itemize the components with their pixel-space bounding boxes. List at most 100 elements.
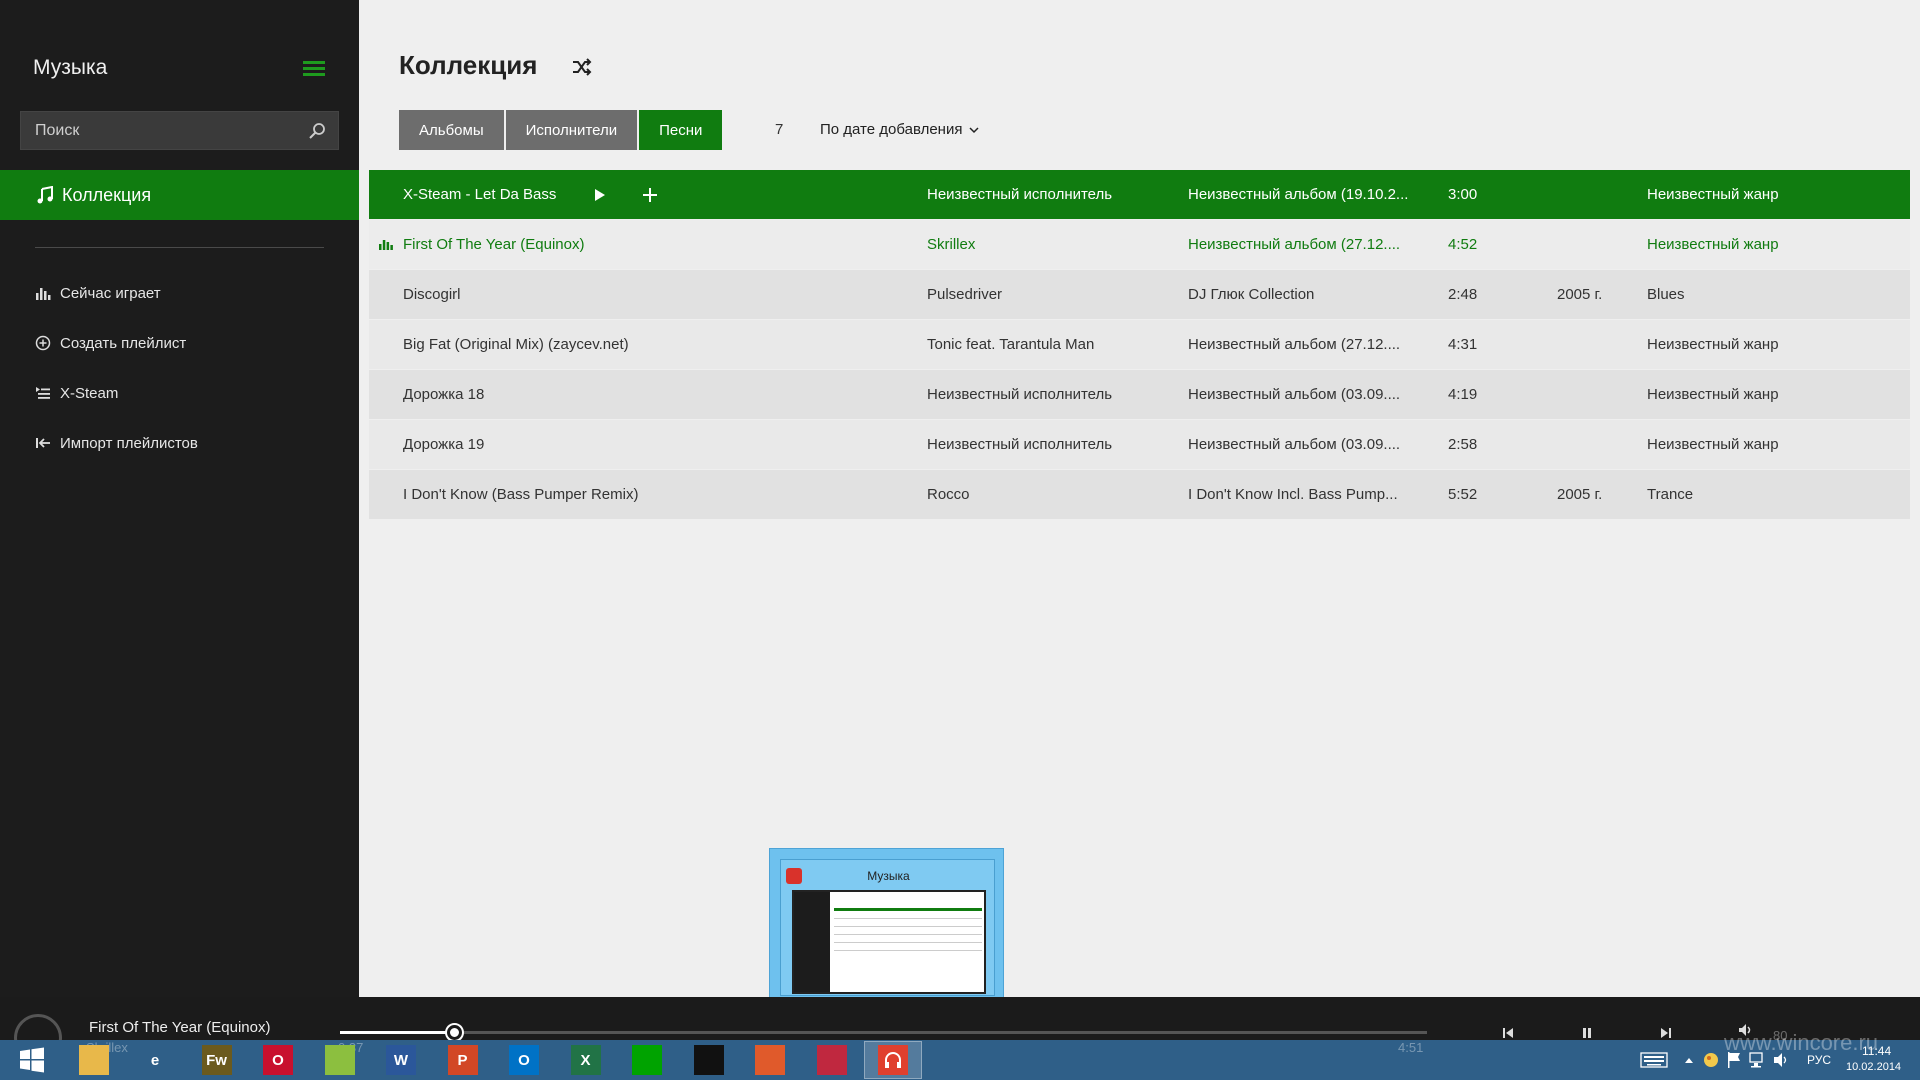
chevron-down-icon: [969, 126, 979, 133]
thumbnail-row: [834, 934, 982, 935]
progress-fill: [340, 1031, 455, 1034]
start-button[interactable]: [3, 1041, 61, 1079]
song-artist: Неизвестный исполнитель: [927, 436, 1113, 453]
song-row[interactable]: Big Fat (Original Mix) (zaycev.net) Tonic…: [369, 320, 1910, 370]
song-album: Неизвестный альбом (27.12....: [1188, 236, 1401, 253]
music-note-icon: [37, 186, 53, 204]
add-icon[interactable]: [641, 186, 659, 204]
song-year: [1557, 370, 1637, 420]
taskbar-app[interactable]: O: [249, 1041, 307, 1079]
song-genre: Неизвестный жанр: [1647, 386, 1779, 403]
foxit-icon: [755, 1045, 785, 1075]
clock-time[interactable]: 11:44: [1862, 1044, 1891, 1058]
song-year: [1557, 420, 1637, 470]
sidebar-item-label: Коллекция: [62, 184, 152, 205]
equalizer-icon: [36, 288, 51, 300]
taskbar-app[interactable]: e: [126, 1041, 184, 1079]
speaker-icon[interactable]: [1772, 1051, 1790, 1069]
pause-icon[interactable]: [1578, 1025, 1596, 1041]
taskbar-app[interactable]: Fw: [188, 1041, 246, 1079]
taskbar-app[interactable]: W: [372, 1041, 430, 1079]
song-artist: Tonic feat. Tarantula Man: [927, 336, 1095, 353]
flag-icon[interactable]: [1726, 1051, 1742, 1069]
language-indicator[interactable]: РУС: [1807, 1053, 1831, 1067]
song-year: [1557, 320, 1637, 370]
store-icon: [632, 1045, 662, 1075]
player-bar: First Of The Year (Equinox): [0, 997, 1920, 1062]
sidebar-item-now-playing[interactable]: Сейчас играет: [35, 278, 161, 308]
network-icon[interactable]: [1748, 1051, 1766, 1069]
search-icon[interactable]: [308, 122, 326, 140]
sidebar-item-x-steam[interactable]: X-Steam: [35, 378, 118, 408]
playlist-icon: [36, 387, 50, 399]
outlook-icon: O: [509, 1045, 539, 1075]
clock-date[interactable]: 10.02.2014: [1846, 1061, 1901, 1073]
taskbar-app[interactable]: [65, 1041, 123, 1079]
sidebar-item-collection[interactable]: Коллекция: [0, 170, 359, 220]
next-track-icon[interactable]: [1657, 1025, 1675, 1041]
app-title: Музыка: [33, 56, 108, 79]
taskbar: Skrillex 0:37 4:51 80 www.wincore.ru РУС…: [0, 1028, 1920, 1080]
song-genre: Неизвестный жанр: [1647, 436, 1779, 453]
song-duration: 2:48: [1448, 286, 1478, 303]
tray-app-icon[interactable]: [1702, 1051, 1720, 1069]
screenshot-app-icon: [816, 1045, 847, 1075]
sidebar-item-import-playlists[interactable]: Импорт плейлистов: [35, 428, 198, 458]
song-row[interactable]: Discogirl Pulsedriver DJ Глюк Collection 2:…: [369, 270, 1910, 320]
song-year: [1557, 220, 1637, 270]
song-duration: 4:52: [1448, 236, 1478, 253]
taskbar-app[interactable]: [311, 1041, 369, 1079]
song-album: Неизвестный альбом (27.12....: [1188, 336, 1401, 353]
tab-artists[interactable]: Исполнители: [505, 110, 638, 150]
song-duration: 4:19: [1448, 386, 1478, 403]
song-album: I Don't Know Incl. Bass Pump...: [1188, 486, 1398, 503]
tray-expand-icon[interactable]: [1684, 1056, 1694, 1064]
thumbnail-sidebar: [794, 892, 830, 992]
tab-songs[interactable]: Песни: [639, 110, 723, 150]
taskbar-app[interactable]: [741, 1041, 799, 1079]
tab-albums[interactable]: Альбомы: [399, 110, 504, 150]
song-row[interactable]: I Don't Know (Bass Pumper Remix) Rocco I D…: [369, 470, 1910, 520]
winamp-icon: [693, 1045, 724, 1075]
ie-icon: e: [150, 1051, 160, 1069]
song-genre: Blues: [1647, 286, 1685, 303]
taskbar-app[interactable]: [618, 1041, 676, 1079]
taskbar-app[interactable]: O: [495, 1041, 553, 1079]
song-year: 2005 г.: [1557, 286, 1603, 303]
previous-track-icon[interactable]: [1499, 1025, 1517, 1041]
main-content: Коллекция Альбомы Исполнители Песни 7 По…: [359, 0, 1920, 997]
plus-circle-icon: [35, 335, 51, 351]
thumbnail-screen: [792, 890, 986, 994]
windows-logo-icon: [20, 1047, 44, 1073]
song-album: Неизвестный альбом (03.09....: [1188, 386, 1401, 403]
song-genre: Неизвестный жанр: [1647, 336, 1779, 353]
shuffle-icon[interactable]: [571, 56, 593, 78]
taskbar-app[interactable]: P: [434, 1041, 492, 1079]
taskbar-app[interactable]: X: [557, 1041, 615, 1079]
taskbar-app[interactable]: [803, 1041, 861, 1079]
progress-knob[interactable]: [447, 1025, 463, 1040]
keyboard-icon[interactable]: [1640, 1052, 1668, 1068]
thumbnail-selected-row: [834, 908, 982, 911]
word-icon: W: [386, 1045, 416, 1075]
song-row[interactable]: Дорожка 18 Неизвестный исполнитель Неизвес…: [369, 370, 1910, 420]
progress-slider[interactable]: [340, 1025, 1427, 1040]
song-duration: 5:52: [1448, 486, 1478, 503]
song-row[interactable]: First Of The Year (Equinox) Skrillex Неизв…: [369, 220, 1910, 270]
sidebar-item-create-playlist[interactable]: Создать плейлист: [35, 328, 186, 358]
hamburger-menu-icon[interactable]: [303, 61, 325, 77]
play-icon[interactable]: [591, 187, 607, 203]
page-title: Коллекция: [399, 50, 538, 80]
sort-dropdown[interactable]: По дате добавления: [820, 121, 980, 138]
sidebar-item-label: Создать плейлист: [60, 334, 187, 352]
search-input[interactable]: [35, 121, 305, 140]
song-artist: Rocco: [927, 486, 970, 503]
taskbar-app[interactable]: [680, 1041, 738, 1079]
song-title: I Don't Know (Bass Pumper Remix): [403, 486, 639, 503]
sidebar-item-label: X-Steam: [60, 384, 119, 402]
taskbar-app[interactable]: [864, 1041, 922, 1079]
song-row[interactable]: Дорожка 19 Неизвестный исполнитель Неизвес…: [369, 420, 1910, 470]
total-time: 4:51: [1398, 1040, 1424, 1055]
song-row[interactable]: X-Steam - Let Da Bass Неизвестный исполни…: [369, 170, 1910, 220]
thumbnail-title: Музыка: [867, 869, 910, 883]
